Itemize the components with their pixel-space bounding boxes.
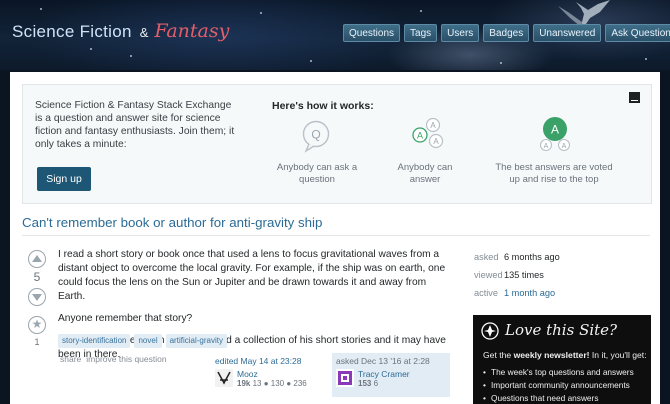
owner-avatar[interactable] xyxy=(336,369,354,387)
favorite-count: 1 xyxy=(34,337,40,347)
asked-label: asked xyxy=(474,252,499,262)
question-body: I read a short story or book once that u… xyxy=(58,248,453,370)
step-answer-caption: Anybody can answer xyxy=(397,162,453,185)
star-dot xyxy=(90,48,92,50)
title-divider xyxy=(22,235,650,236)
post-menu: share improve this question xyxy=(60,354,167,364)
signup-button[interactable]: Sign up xyxy=(37,167,91,191)
welcome-banner: Science Fiction & Fantasy Stack Exchange… xyxy=(22,84,652,204)
step-vote-caption: The best answers are voted up and rise t… xyxy=(495,162,613,185)
owner-name[interactable]: Tracy Cramer xyxy=(358,369,410,379)
answer-bubbles-icon: A A A xyxy=(412,117,444,149)
svg-text:Q: Q xyxy=(311,128,320,142)
editor-signature: edited May 14 at 23:28 Mooz 19k 13 ● 130… xyxy=(215,356,323,389)
svg-text:A: A xyxy=(551,123,559,137)
improve-question-link[interactable]: improve this question xyxy=(86,354,166,364)
logo-ampersand: & xyxy=(139,25,149,40)
star-dot xyxy=(420,10,422,12)
promo-text: Get the weekly newsletter! In it, you'll… xyxy=(483,350,651,361)
promo-text-bold: weekly newsletter! xyxy=(513,350,590,360)
editor-badges: 13 ● 130 ● 236 xyxy=(252,379,307,388)
stack-exchange-logo-icon xyxy=(481,322,499,340)
how-it-works-title: Here's how it works: xyxy=(272,100,374,112)
step-ask-caption: Anybody can ask a question xyxy=(276,162,358,185)
share-link[interactable]: share xyxy=(60,354,81,364)
tag-story-identification[interactable]: story-identification xyxy=(58,334,131,348)
promo-text-suffix: In it, you'll get: xyxy=(589,350,647,360)
editor-avatar[interactable] xyxy=(215,369,233,387)
tag-novel[interactable]: novel xyxy=(134,334,162,348)
star-dot xyxy=(645,58,647,60)
nav-unanswered[interactable]: Unanswered xyxy=(533,24,602,42)
promo-title: Love this Site? xyxy=(505,321,618,339)
viewed-label: viewed xyxy=(474,270,503,280)
main-nav: Questions Tags Users Badges Unanswered A… xyxy=(343,24,670,42)
welcome-text: Science Fiction & Fantasy Stack Exchange… xyxy=(35,100,235,150)
logo-science-fiction: Science Fiction xyxy=(12,22,132,41)
question-bubble-icon: Q xyxy=(302,120,330,153)
viewed-value: 135 times xyxy=(504,270,544,280)
star-dot xyxy=(500,62,502,64)
active-value[interactable]: 1 month ago xyxy=(504,284,555,302)
logo-fantasy: Fantasy xyxy=(154,20,230,42)
star-dot xyxy=(40,8,42,10)
editor-rep-score: 19k xyxy=(237,379,251,388)
nav-questions[interactable]: Questions xyxy=(343,24,401,42)
newsletter-promo[interactable]: Love this Site? Get the weekly newslette… xyxy=(473,315,651,404)
question-stats: asked 6 months ago viewed 135 times acti… xyxy=(474,248,560,302)
owner-badges: 6 xyxy=(373,379,379,388)
editor-name[interactable]: Mooz xyxy=(237,369,307,379)
svg-text:A: A xyxy=(430,121,436,130)
svg-text:A: A xyxy=(433,137,439,146)
editor-reputation: 19k 13 ● 130 ● 236 xyxy=(237,379,307,389)
site-logo[interactable]: Science Fiction & Fantasy xyxy=(12,20,229,42)
question-title[interactable]: Can't remember book or author for anti-g… xyxy=(22,215,322,230)
owner-reputation: 153 6 xyxy=(358,379,410,389)
svg-text:A: A xyxy=(562,143,567,150)
promo-list-item: The week's top questions and answers xyxy=(483,366,634,379)
body-paragraph: I read a short story or book once that u… xyxy=(58,249,446,302)
site-header: Science Fiction & Fantasy Questions Tags… xyxy=(0,0,670,70)
vote-count: 5 xyxy=(33,270,41,284)
vote-up-button[interactable] xyxy=(28,250,46,268)
owner-signature: asked Dec 13 '16 at 2:28 Tracy Cramer 15… xyxy=(332,353,450,397)
star-dot xyxy=(260,12,262,14)
svg-text:A: A xyxy=(544,143,549,150)
asked-time: asked Dec 13 '16 at 2:28 xyxy=(336,356,430,366)
vote-down-button[interactable] xyxy=(28,288,46,306)
nav-users[interactable]: Users xyxy=(441,24,480,42)
promo-list: The week's top questions and answers Imp… xyxy=(483,366,634,404)
nav-badges[interactable]: Badges xyxy=(483,24,530,42)
post-tags: story-identification novel artificial-gr… xyxy=(58,334,227,348)
asked-value: 6 months ago xyxy=(504,252,560,262)
best-answer-icon: A A A xyxy=(539,117,571,152)
star-dot xyxy=(130,55,132,57)
promo-list-item: Important community announcements xyxy=(483,379,634,392)
promo-text-prefix: Get the xyxy=(483,350,514,360)
edited-time-link[interactable]: edited May 14 at 23:28 xyxy=(215,356,323,367)
nav-tags[interactable]: Tags xyxy=(404,24,438,42)
owner-rep-score: 153 xyxy=(358,379,372,388)
tag-artificial-gravity[interactable]: artificial-gravity xyxy=(165,334,227,348)
favorite-star-icon[interactable]: ★ xyxy=(28,316,46,334)
svg-text:A: A xyxy=(417,131,423,141)
dismiss-banner-button[interactable] xyxy=(629,92,640,103)
star-dot xyxy=(310,60,312,62)
body-paragraph: Anyone remember that story? xyxy=(58,313,193,324)
active-label: active xyxy=(474,288,499,298)
page-content: Science Fiction & Fantasy Stack Exchange… xyxy=(10,72,660,404)
nav-ask-question[interactable]: Ask Question xyxy=(605,24,670,42)
vote-cell: 5 ★ 1 xyxy=(26,250,48,347)
promo-list-item: Questions that need answers xyxy=(483,392,634,404)
